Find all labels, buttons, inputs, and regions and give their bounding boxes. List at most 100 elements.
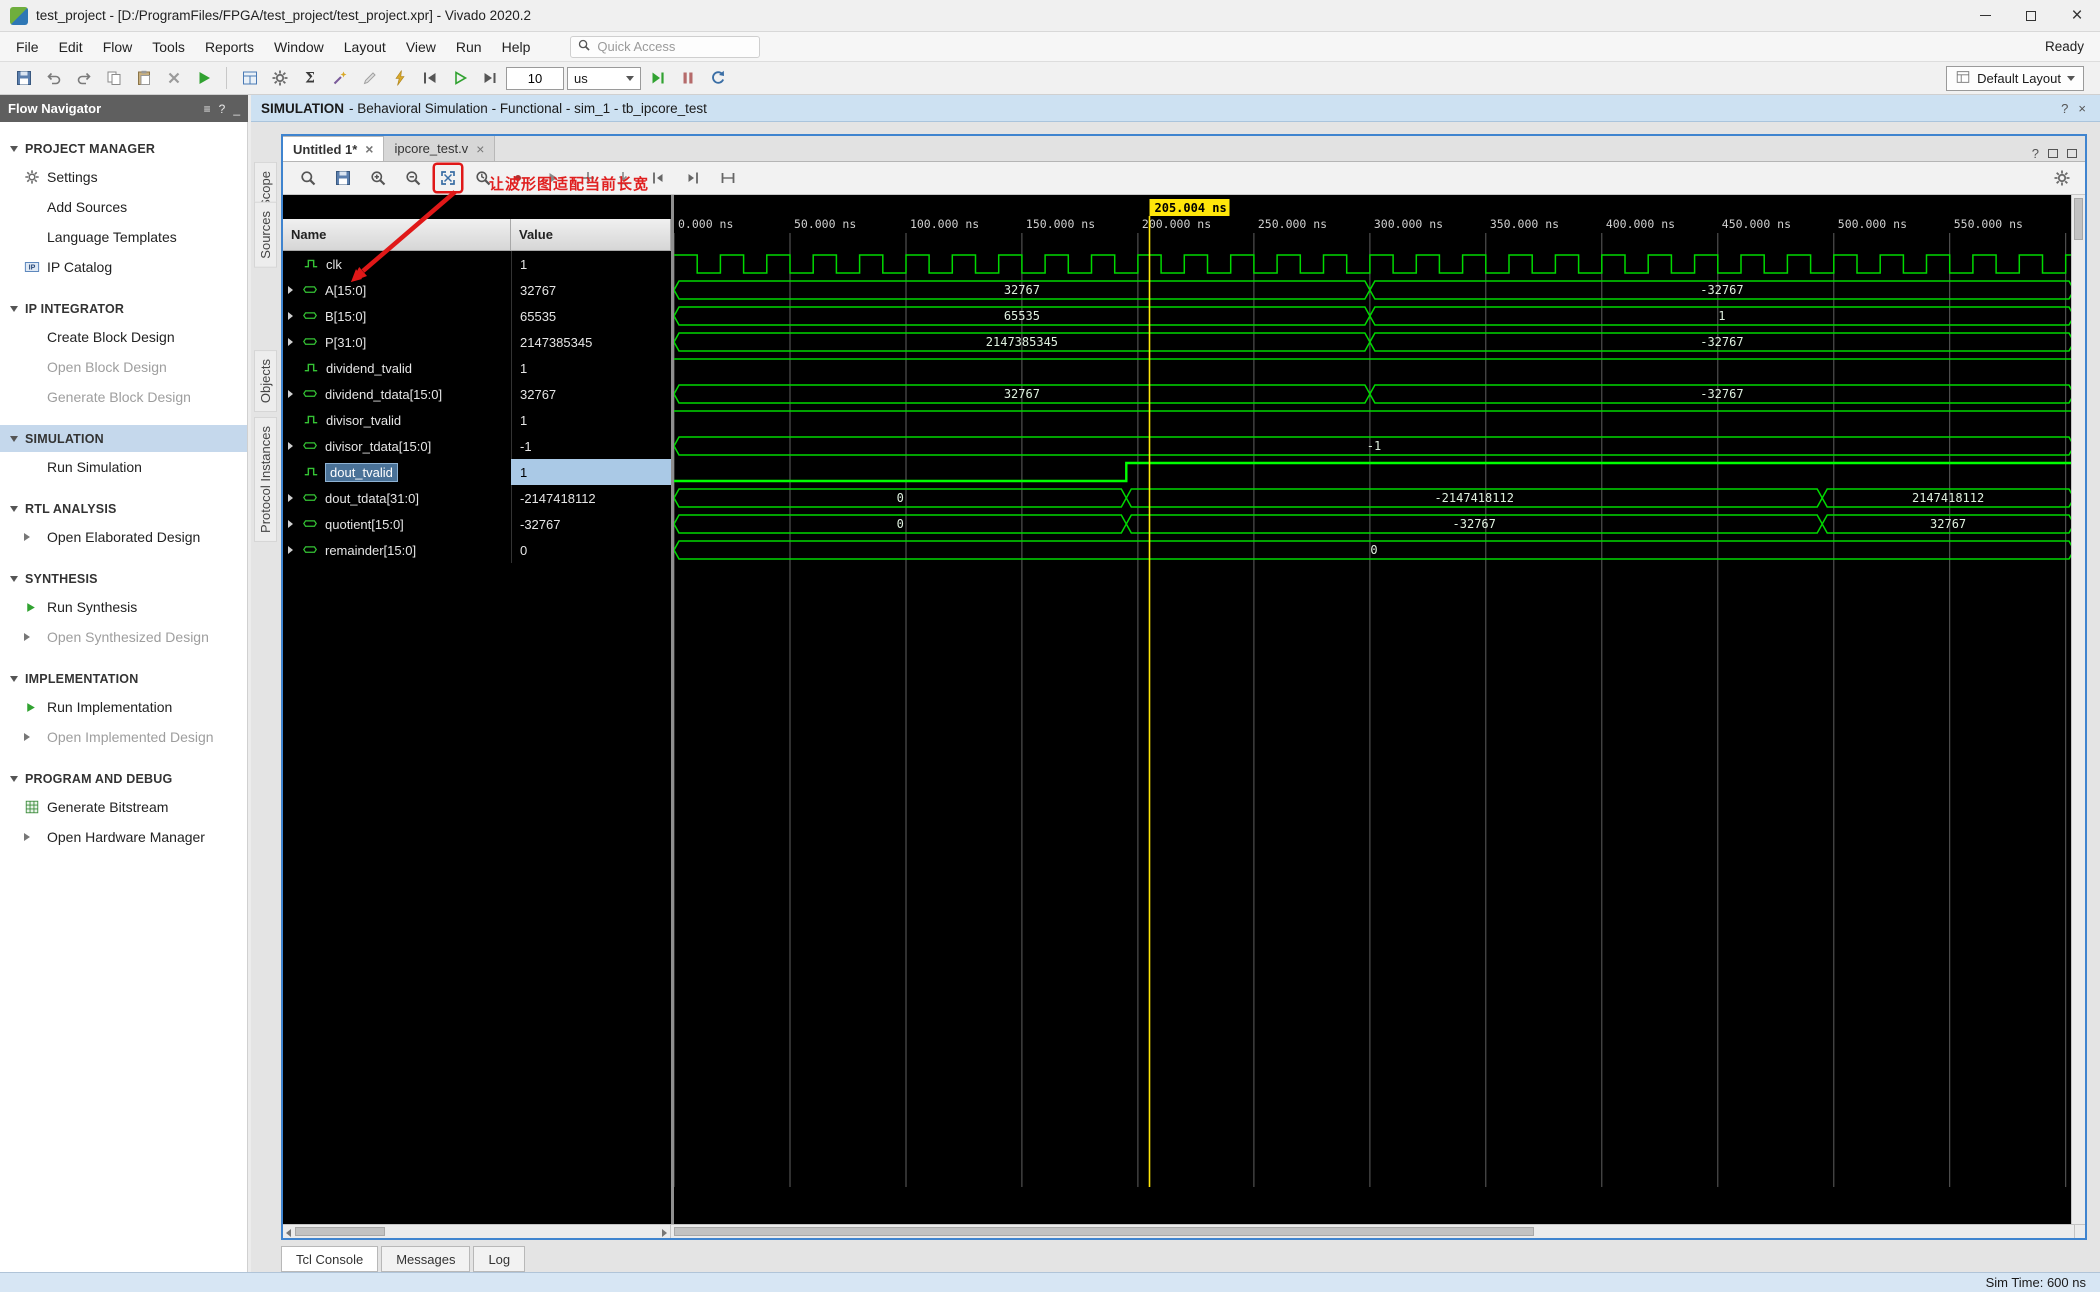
expand-icon[interactable] <box>288 546 293 554</box>
signal-name-cell[interactable]: A[15:0] <box>283 277 511 303</box>
signal-name-cell[interactable]: B[15:0] <box>283 303 511 329</box>
runfor-button[interactable] <box>644 65 671 92</box>
menu-view[interactable]: View <box>396 35 446 59</box>
flow-item-generate-bitstream[interactable]: Generate Bitstream <box>0 792 247 822</box>
menu-flow[interactable]: Flow <box>93 35 143 59</box>
names-hscrollbar[interactable] <box>283 1225 671 1238</box>
play-button[interactable] <box>446 65 473 92</box>
scroll-right-icon[interactable] <box>662 1229 667 1237</box>
signal-row-clk[interactable]: clk 1 <box>283 251 671 277</box>
signal-value-cell[interactable]: 1 <box>511 355 671 381</box>
wave-hscrollbar[interactable] <box>671 1225 2075 1238</box>
paste-button[interactable] <box>130 65 157 92</box>
expand-icon[interactable] <box>288 312 293 320</box>
flow-section-header-implementation[interactable]: IMPLEMENTATION <box>0 665 247 692</box>
flow-item-run-simulation[interactable]: Run Simulation <box>0 452 247 482</box>
signal-row-divisor-tdata-15-0[interactable]: divisor_tdata[15:0] -1 <box>283 433 671 459</box>
signal-value-cell[interactable]: 1 <box>511 459 671 485</box>
restart-button[interactable] <box>416 65 443 92</box>
help-icon[interactable]: ? <box>2061 101 2068 116</box>
signal-value-cell[interactable]: 1 <box>511 251 671 277</box>
signal-row-dout-tdata-31-0[interactable]: dout_tdata[31:0] -2147418112 <box>283 485 671 511</box>
signal-row-b-15-0[interactable]: B[15:0] 65535 <box>283 303 671 329</box>
signal-row-dividend-tvalid[interactable]: dividend_tvalid 1 <box>283 355 671 381</box>
menu-run[interactable]: Run <box>446 35 492 59</box>
expand-icon[interactable] <box>288 286 293 294</box>
menu-file[interactable]: File <box>6 35 49 59</box>
flow-section-header-rtl-analysis[interactable]: RTL ANALYSIS <box>0 495 247 522</box>
run-time-input[interactable] <box>506 66 564 90</box>
flow-item-open-hardware-manager[interactable]: Open Hardware Manager <box>0 822 247 852</box>
settings-button[interactable] <box>2049 165 2075 191</box>
minimize-icon[interactable] <box>1962 0 2008 31</box>
flow-section-header-project-manager[interactable]: PROJECT MANAGER <box>0 135 247 162</box>
gright-button[interactable] <box>680 165 706 191</box>
maximize-icon[interactable] <box>2067 149 2077 158</box>
wand-button[interactable] <box>326 65 353 92</box>
flow-item-open-synthesized-design[interactable]: Open Synthesized Design <box>0 622 247 652</box>
signal-name-cell[interactable]: P[31:0] <box>283 329 511 355</box>
name-column-header[interactable]: Name <box>283 219 511 251</box>
signal-name-cell[interactable]: divisor_tvalid <box>283 407 511 433</box>
save-button[interactable] <box>330 165 356 191</box>
quick-access-search[interactable]: Quick Access <box>570 35 761 58</box>
flow-item-run-implementation[interactable]: Run Implementation <box>0 692 247 722</box>
flow-item-run-synthesis[interactable]: Run Synthesis <box>0 592 247 622</box>
signal-name-cell[interactable]: dout_tvalid <box>283 459 511 485</box>
time-unit-select[interactable]: us <box>567 66 641 90</box>
signal-value-cell[interactable]: -32767 <box>511 511 671 537</box>
waveform-svg[interactable]: 0.000 ns 50.000 ns 100.000 ns 150.000 ns 200… <box>673 195 2075 1228</box>
close-icon[interactable]: × <box>2078 101 2086 116</box>
flow-section-header-synthesis[interactable]: SYNTHESIS <box>0 565 247 592</box>
vertical-scrollbar[interactable] <box>2071 195 2085 1228</box>
signal-value-cell[interactable]: 32767 <box>511 381 671 407</box>
signal-row-dout-tvalid[interactable]: dout_tvalid 1 <box>283 459 671 485</box>
flow-section-header-program-and-debug[interactable]: PROGRAM AND DEBUG <box>0 765 247 792</box>
flow-item-generate-block-design[interactable]: Generate Block Design <box>0 382 247 412</box>
undo-button[interactable] <box>40 65 67 92</box>
redo-button[interactable] <box>70 65 97 92</box>
signal-row-dividend-tdata-15-0[interactable]: dividend_tdata[15:0] 32767 <box>283 381 671 407</box>
signal-name-cell[interactable]: divisor_tdata[15:0] <box>283 433 511 459</box>
minimize-panel-icon[interactable]: _ <box>233 102 240 116</box>
flow-item-open-elaborated-design[interactable]: Open Elaborated Design <box>0 522 247 552</box>
help-icon[interactable]: ? <box>219 102 226 116</box>
save-button[interactable] <box>10 65 37 92</box>
scroll-left-icon[interactable] <box>286 1229 291 1237</box>
menu-window[interactable]: Window <box>264 35 334 59</box>
layout-select[interactable]: Default Layout <box>1946 65 2084 91</box>
probe-button[interactable] <box>386 65 413 92</box>
dashboard-button[interactable] <box>236 65 263 92</box>
signal-name-cell[interactable]: dividend_tvalid <box>283 355 511 381</box>
zoomout-button[interactable] <box>400 165 426 191</box>
menu-reports[interactable]: Reports <box>195 35 264 59</box>
float-icon[interactable] <box>2048 149 2058 158</box>
signal-value-cell[interactable]: 65535 <box>511 303 671 329</box>
toolbar-toggle-icon[interactable]: ≡ <box>204 102 211 116</box>
help-icon[interactable]: ? <box>2032 146 2039 161</box>
flow-item-language-templates[interactable]: Language Templates <box>0 222 247 252</box>
expand-icon[interactable] <box>288 338 293 346</box>
flow-item-ip-catalog[interactable]: IP IP Catalog <box>0 252 247 282</box>
signal-row-remainder-15-0[interactable]: remainder[15:0] 0 <box>283 537 671 563</box>
signal-value-cell[interactable]: 0 <box>511 537 671 563</box>
signal-row-divisor-tvalid[interactable]: divisor_tvalid 1 <box>283 407 671 433</box>
run-button[interactable] <box>190 65 217 92</box>
signal-value-cell[interactable]: 32767 <box>511 277 671 303</box>
close-icon[interactable] <box>365 141 373 157</box>
search-button[interactable] <box>295 165 321 191</box>
expand-icon[interactable] <box>288 520 293 528</box>
signal-row-p-31-0[interactable]: P[31:0] 2147385345 <box>283 329 671 355</box>
signal-name-cell[interactable]: remainder[15:0] <box>283 537 511 563</box>
flow-item-settings[interactable]: Settings <box>0 162 247 192</box>
expand-icon[interactable] <box>288 494 293 502</box>
pause-button[interactable] <box>674 65 701 92</box>
console-tab-log[interactable]: Log <box>473 1246 526 1272</box>
sum-button[interactable]: Σ <box>296 65 323 92</box>
signal-value-cell[interactable]: -1 <box>511 433 671 459</box>
flow-item-open-block-design[interactable]: Open Block Design <box>0 352 247 382</box>
copy-button[interactable] <box>100 65 127 92</box>
flow-section-header-ip-integrator[interactable]: IP INTEGRATOR <box>0 295 247 322</box>
zoomin-button[interactable] <box>365 165 391 191</box>
step-button[interactable] <box>476 65 503 92</box>
